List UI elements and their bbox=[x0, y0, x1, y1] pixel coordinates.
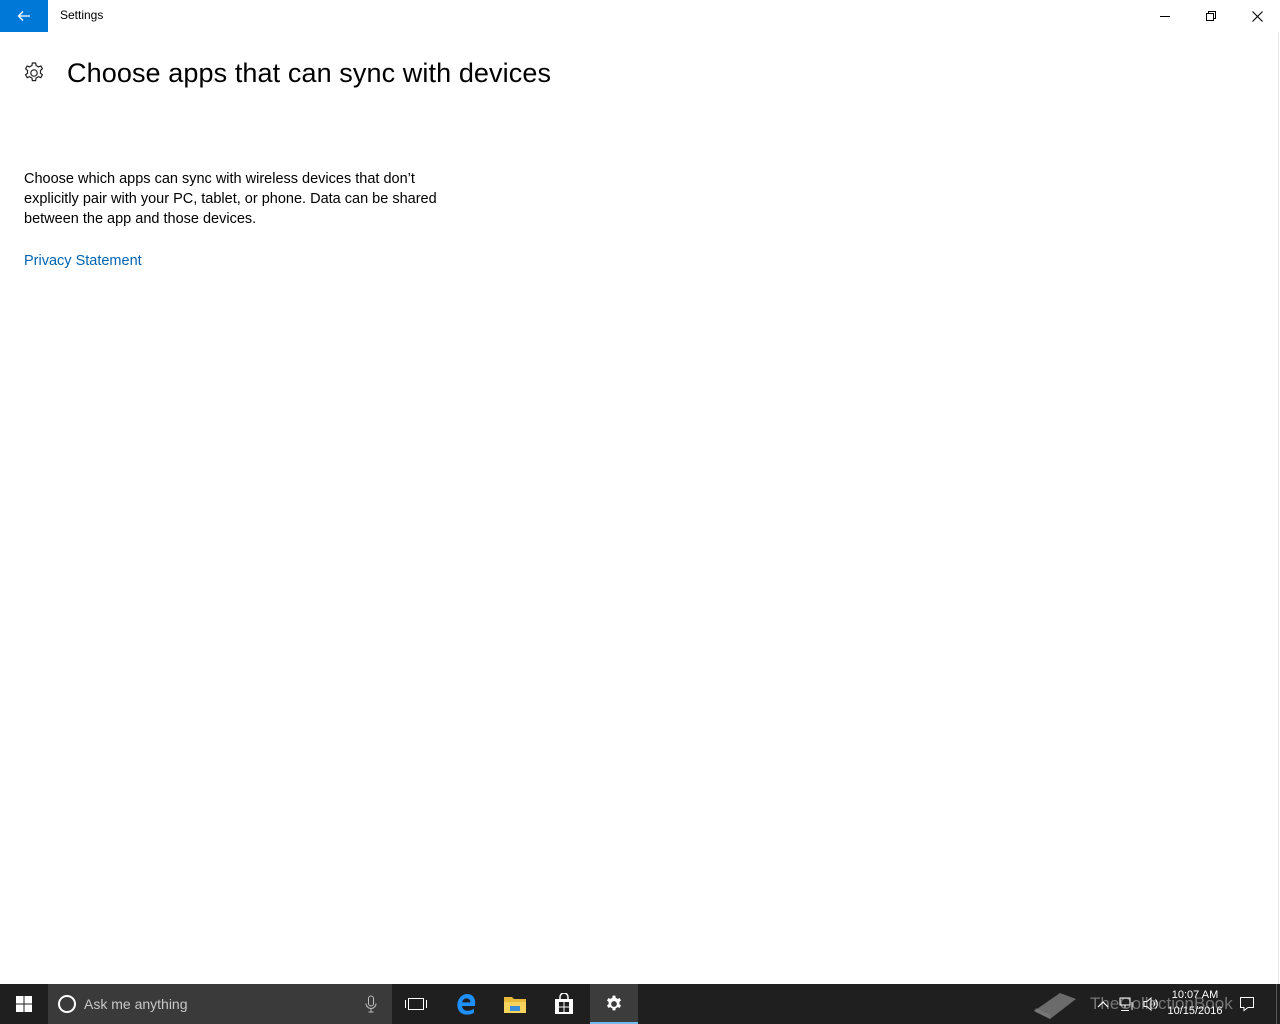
windows-logo-icon bbox=[16, 996, 32, 1012]
privacy-statement-link[interactable]: Privacy Statement bbox=[24, 253, 142, 269]
close-icon bbox=[1251, 10, 1263, 22]
chevron-up-icon bbox=[1097, 1001, 1109, 1008]
action-center-button[interactable] bbox=[1236, 984, 1258, 1024]
page-header: Choose apps that can sync with devices bbox=[22, 56, 551, 90]
gear-icon bbox=[24, 62, 44, 82]
cortana-search-box[interactable]: Ask me anything bbox=[48, 984, 392, 1024]
speaker-icon bbox=[1143, 996, 1158, 1012]
back-arrow-icon bbox=[17, 11, 30, 21]
restore-icon bbox=[1206, 11, 1216, 21]
taskbar-edge-button[interactable] bbox=[442, 984, 490, 1024]
page-description: Choose which apps can sync with wireless… bbox=[24, 171, 437, 227]
taskbar-settings-button[interactable] bbox=[590, 984, 638, 1024]
minimize-button[interactable] bbox=[1142, 0, 1188, 32]
taskbar: Ask me anything TheCollectionBook 10:07 … bbox=[0, 984, 1280, 1024]
clock-time: 10:07 AM bbox=[1171, 989, 1219, 1001]
page-title: Choose apps that can sync with devices bbox=[67, 57, 552, 88]
task-view-button[interactable] bbox=[392, 984, 440, 1024]
start-button[interactable] bbox=[0, 984, 48, 1024]
clock-date: 10/15/2016 bbox=[1167, 1005, 1223, 1017]
edge-browser-icon bbox=[457, 994, 476, 1015]
title-bar: Settings bbox=[0, 0, 1280, 32]
microphone-icon[interactable] bbox=[364, 995, 378, 1013]
cortana-icon bbox=[58, 995, 76, 1013]
restore-button[interactable] bbox=[1188, 0, 1234, 32]
task-view-icon bbox=[405, 998, 427, 1010]
close-button[interactable] bbox=[1234, 0, 1280, 32]
show-desktop-button[interactable] bbox=[1276, 984, 1280, 1024]
window-edge bbox=[1278, 32, 1279, 984]
volume-tray-button[interactable] bbox=[1140, 984, 1162, 1024]
taskbar-clock[interactable]: 10:07 AM 10/15/2016 bbox=[1162, 987, 1228, 1019]
minimize-icon bbox=[1160, 16, 1170, 17]
taskbar-store-button[interactable] bbox=[540, 984, 588, 1024]
app-title: Settings bbox=[60, 8, 104, 22]
network-icon bbox=[1119, 997, 1133, 1011]
book-icon bbox=[1034, 993, 1076, 1019]
network-tray-button[interactable] bbox=[1116, 984, 1138, 1024]
back-button[interactable] bbox=[0, 0, 48, 32]
notification-icon bbox=[1240, 997, 1254, 1012]
taskbar-file-explorer-button[interactable] bbox=[491, 984, 539, 1024]
settings-window: Settings Choose apps that can sync with … bbox=[0, 0, 1280, 984]
search-placeholder: Ask me anything bbox=[84, 996, 188, 1012]
show-hidden-icons-button[interactable] bbox=[1094, 984, 1112, 1024]
folder-icon bbox=[504, 997, 526, 1013]
settings-gear-icon bbox=[607, 995, 621, 1011]
store-bag-icon bbox=[555, 993, 573, 1014]
